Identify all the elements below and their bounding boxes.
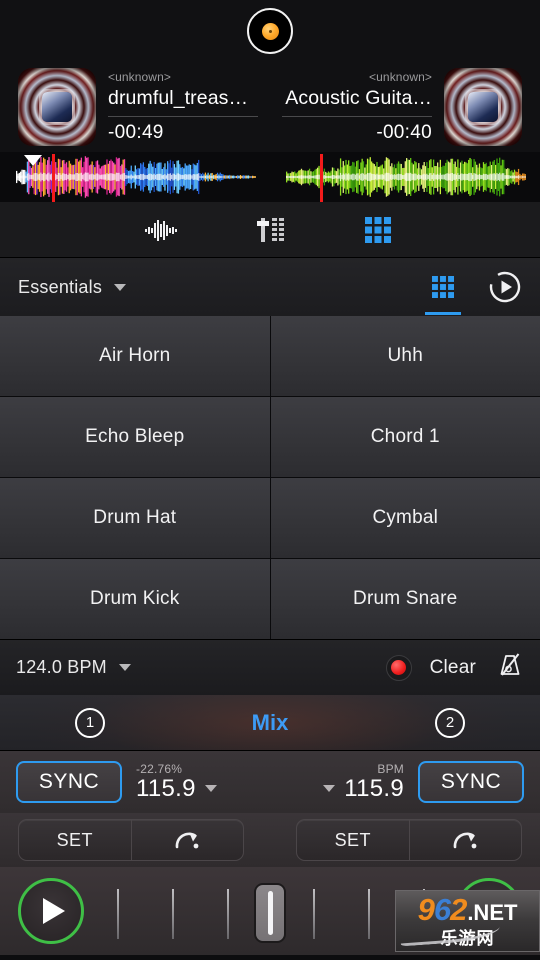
- play-circle-icon[interactable]: [488, 270, 522, 304]
- cue-jump-icon[interactable]: [130, 820, 244, 860]
- track-title-right: Acoustic Guita…: [285, 86, 432, 109]
- app-logo-bar: [0, 0, 540, 62]
- album-art-right[interactable]: [444, 68, 522, 146]
- record-dot: [391, 660, 407, 675]
- divider-right: [282, 115, 432, 117]
- sync-button-right[interactable]: SYNC: [418, 761, 524, 803]
- deck-number-badge: 2: [435, 707, 465, 738]
- transport-row: 9 6 2 .NET 乐游网: [0, 867, 540, 955]
- waveform-right-canvas: [286, 157, 526, 197]
- deck-selector-2[interactable]: 2: [435, 707, 465, 738]
- vinyl-center-dot: [261, 22, 279, 40]
- track-time-right: -00:40: [376, 121, 432, 143]
- vinyl-record-icon[interactable]: [247, 8, 293, 54]
- cue-marker-left[interactable]: [24, 155, 42, 166]
- sampler-pad-grid: Air Horn Uhh Echo Bleep Chord 1 Drum Hat…: [0, 316, 540, 639]
- mixer-sliders-icon[interactable]: [247, 213, 293, 247]
- sampler-pad[interactable]: Uhh: [270, 316, 540, 396]
- mix-bar: 1 Mix 2: [0, 695, 540, 751]
- deck-bpm-left: 115.9: [136, 774, 196, 802]
- track-title-left: drumful_treas…: [108, 86, 249, 109]
- clear-button[interactable]: Clear: [430, 657, 476, 679]
- album-art-core-right: [468, 92, 498, 122]
- metronome-off-icon[interactable]: [496, 651, 524, 684]
- pitch-bpm-right[interactable]: BPM 115.9: [323, 761, 404, 802]
- track-time-left: -00:49: [108, 121, 164, 143]
- crossfader-handle-line: [267, 891, 273, 935]
- crossfader-tick: [171, 889, 174, 939]
- album-art-core-left: [42, 92, 72, 122]
- watermark: 9 6 2 .NET 乐游网: [395, 890, 540, 952]
- bpm-value-label[interactable]: 124.0 BPM: [16, 657, 107, 678]
- divider-left: [108, 115, 258, 117]
- mode-toolbar: [0, 202, 540, 258]
- crossfader-handle[interactable]: [254, 883, 286, 943]
- track-artist-right: <unknown>: [369, 69, 432, 84]
- sampler-pad[interactable]: Drum Snare: [270, 559, 540, 639]
- sampler-pad[interactable]: Chord 1: [270, 397, 540, 477]
- album-art-left[interactable]: [18, 68, 96, 146]
- track-info-right[interactable]: <unknown> Acoustic Guita… -00:40: [270, 70, 444, 145]
- set-cue-group-right: SET: [296, 819, 522, 861]
- chevron-down-icon[interactable]: [114, 283, 127, 291]
- pitch-percent-left: -22.76%: [136, 761, 183, 776]
- playhead-left: [52, 154, 55, 202]
- sampler-pad[interactable]: Drum Hat: [0, 478, 270, 558]
- bpm-caption-right: BPM: [377, 761, 404, 776]
- sampler-pad[interactable]: Air Horn: [0, 316, 270, 396]
- sampler-pad[interactable]: Echo Bleep: [0, 397, 270, 477]
- tab-grid-pads[interactable]: [420, 259, 466, 315]
- set-button-right[interactable]: SET: [297, 820, 409, 860]
- sync-row: SYNC -22.76% 115.9 BPM 115.9 SYNC: [0, 751, 540, 813]
- set-cue-row: SET SET: [0, 813, 540, 867]
- sampler-pad[interactable]: Drum Kick: [0, 559, 270, 639]
- crossfader-tick: [227, 889, 229, 939]
- record-icon[interactable]: [385, 654, 412, 681]
- chevron-down-icon[interactable]: [118, 664, 131, 671]
- tab-active-underline: [425, 312, 461, 315]
- chevron-down-icon[interactable]: [323, 785, 336, 792]
- chevron-down-icon[interactable]: [204, 785, 217, 792]
- crossfader[interactable]: [98, 878, 442, 944]
- crossfader-tick: [116, 889, 119, 939]
- set-button-left[interactable]: SET: [19, 820, 131, 860]
- cue-jump-icon[interactable]: [408, 820, 522, 860]
- track-artist-left: <unknown>: [108, 69, 171, 84]
- watermark-digit-9: 9: [417, 892, 435, 927]
- crossfader-tick: [368, 889, 371, 939]
- sync-group-right: BPM 115.9 SYNC: [270, 761, 524, 803]
- deck-headers: <unknown> drumful_treas… -00:49 <unknown…: [0, 62, 540, 152]
- waveform-icon[interactable]: [139, 213, 185, 247]
- sync-button-left[interactable]: SYNC: [16, 761, 122, 803]
- waveform-strip: [0, 152, 540, 202]
- play-button-left[interactable]: [18, 878, 84, 944]
- set-cue-group-left: SET: [18, 819, 244, 861]
- waveform-right[interactable]: [270, 152, 540, 202]
- deck-bpm-right: 115.9: [344, 774, 404, 802]
- crossfader-tick: [313, 889, 315, 939]
- track-info-left[interactable]: <unknown> drumful_treas… -00:49: [96, 70, 270, 145]
- play-icon: [43, 898, 65, 924]
- sampler-pad[interactable]: Cymbal: [270, 478, 540, 558]
- bpm-bar: 124.0 BPM Clear: [0, 639, 540, 695]
- waveform-left[interactable]: [0, 152, 270, 202]
- playhead-right: [320, 154, 323, 202]
- sampler-bank-name[interactable]: Essentials: [18, 277, 102, 298]
- sampler-bank-bar: Essentials: [0, 258, 540, 316]
- pitch-bpm-left[interactable]: -22.76% 115.9: [136, 761, 217, 802]
- sync-group-left: SYNC -22.76% 115.9: [16, 761, 270, 803]
- grid-pads-icon[interactable]: [355, 213, 401, 247]
